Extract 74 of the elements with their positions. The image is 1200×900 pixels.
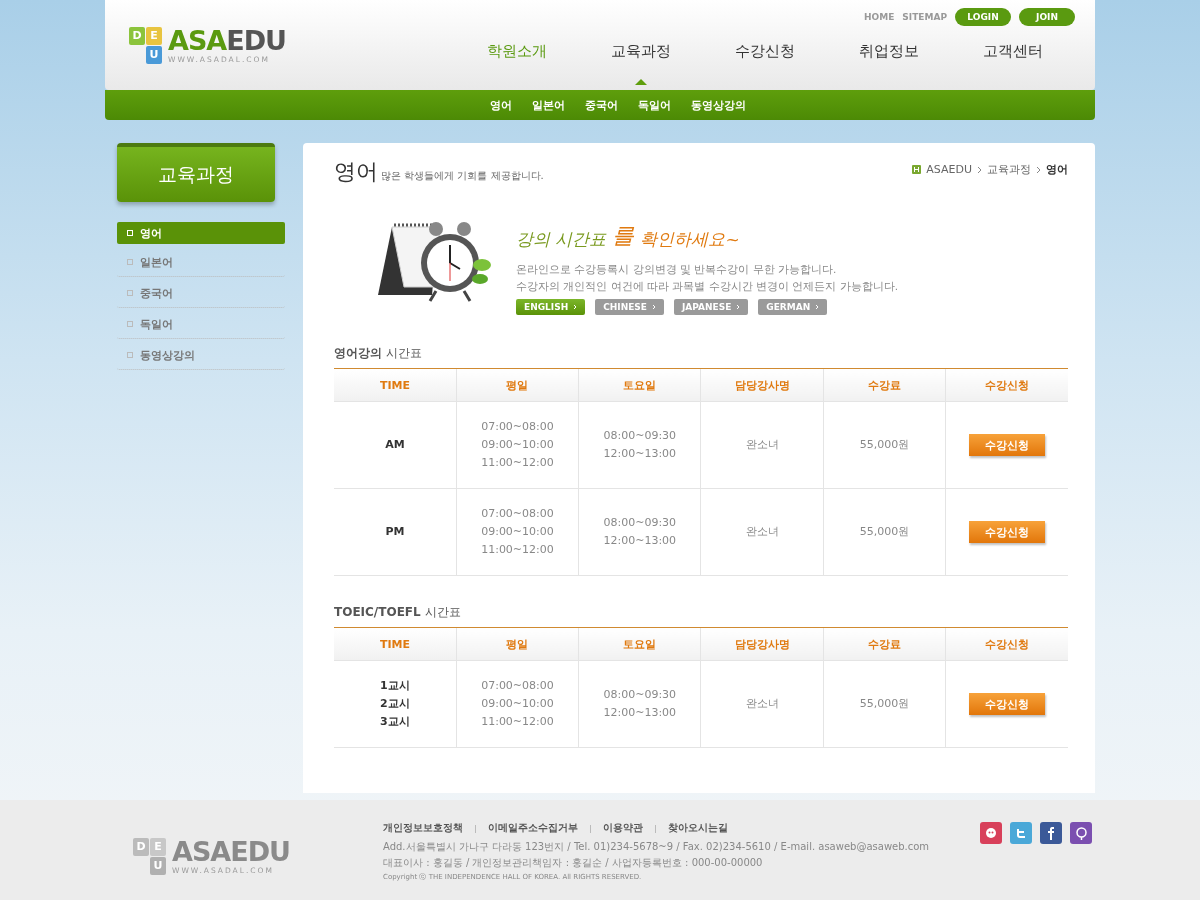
nav-item[interactable]: 취업정보 [827, 42, 951, 61]
table-cell: 08:00~09:30 12:00~13:00 [578, 488, 701, 576]
banner-text: 온라인으로 수강등록시 강의변경 및 반복수강이 무한 가능합니다. [516, 262, 838, 277]
banner-text: 수강자의 개인적인 여건에 따라 과목별 수강시간 변경이 언제든지 가능합니다. [516, 279, 899, 294]
table-cell: 08:00~09:30 12:00~13:00 [578, 660, 701, 748]
apply-button[interactable]: 수강신청 [969, 434, 1046, 457]
auth-button[interactable]: LOGIN [955, 8, 1011, 26]
sidebar-item[interactable]: 중국어 [117, 279, 285, 308]
table-cell: AM [334, 401, 457, 489]
footer-link[interactable]: 이메일주소수집거부 [488, 822, 578, 835]
table-cell: 55,000원 [823, 488, 946, 576]
subnav-item[interactable]: 중국어 [585, 97, 618, 113]
util-link[interactable]: HOME [864, 12, 895, 22]
apply-button[interactable]: 수강신청 [969, 693, 1046, 716]
footer-link[interactable]: 찾아오시는길 [668, 822, 728, 835]
nav-item[interactable]: 학원소개 [455, 42, 579, 61]
sidebar-label: 동영상강의 [140, 347, 195, 363]
subnav-item[interactable]: 영어 [490, 97, 512, 113]
nav-item[interactable]: 고객센터 [951, 42, 1075, 61]
nav-item[interactable]: 수강신청 [703, 42, 827, 61]
table-cell: 07:00~08:00 09:00~10:00 11:00~12:00 [456, 488, 579, 576]
language-tab[interactable]: ENGLISH [516, 299, 586, 315]
banner-headline: 강의 시간표 를 확인하세요~ [516, 222, 741, 251]
logo-text: ASAEDU [168, 26, 287, 55]
breadcrumb-link[interactable]: 교육과정 [987, 162, 1031, 177]
subnav-item[interactable]: 독일어 [638, 97, 671, 113]
language-tab[interactable]: CHINESE [595, 299, 664, 315]
language-tab[interactable]: GERMAN [758, 299, 828, 315]
sidebar-item[interactable]: 독일어 [117, 310, 285, 339]
sidebar-item[interactable]: 동영상강의 [117, 341, 285, 370]
sidebar-label: 일본어 [140, 254, 173, 270]
footer-address: Add.서울특별시 가나구 다라동 123번지 / Tel. 01)234-5678~9 / Fax. 02)234-5610 / E-mail. asaweb@asaweb.com [383, 840, 931, 854]
table-cell: 08:00~09:30 12:00~13:00 [578, 401, 701, 489]
table-cell: 07:00~08:00 09:00~10:00 11:00~12:00 [456, 660, 579, 748]
page-title: 영어 [334, 159, 378, 184]
column-header: 수강료 [823, 369, 946, 402]
page-subtitle: 많은 학생들에게 기회를 제공합니다. [381, 170, 544, 181]
footer-link[interactable]: 개인정보보호정책 [383, 822, 463, 835]
column-header: TIME [334, 628, 457, 661]
table-cell: 55,000원 [823, 660, 946, 748]
column-header: 평일 [456, 628, 579, 661]
column-header: 토요일 [578, 369, 701, 402]
logo-text: ASAEDU [172, 837, 291, 866]
column-header: 담당강사명 [701, 628, 824, 661]
column-header: 수강신청 [945, 628, 1068, 661]
auth-button[interactable]: JOIN [1019, 8, 1075, 26]
column-header: 담당강사명 [701, 369, 824, 402]
column-header: TIME [334, 369, 457, 402]
sidebar-title: 교육과정 [117, 143, 275, 202]
language-tab[interactable]: JAPANESE [673, 299, 749, 315]
apply-button[interactable]: 수강신청 [969, 521, 1046, 544]
sidebar-label: 독일어 [140, 316, 173, 332]
column-header: 평일 [456, 369, 579, 402]
table-cell: 55,000원 [823, 401, 946, 489]
breadcrumb-link[interactable]: ASAEDU [926, 163, 972, 176]
subnav-item[interactable]: 일본어 [532, 97, 565, 113]
sidebar-label: 중국어 [140, 285, 173, 301]
breadcrumb-link[interactable]: 영어 [1046, 162, 1068, 177]
table-cell: 07:00~08:00 09:00~10:00 11:00~12:00 [456, 401, 579, 489]
footer-info: 대표이사 : 홍길동 / 개인정보관리책임자 : 홍길순 / 사업자등록번호 : 000-00-00000 [383, 856, 764, 870]
table-cell: 완소녀 [701, 660, 824, 748]
column-header: 수강신청 [945, 369, 1068, 402]
table-cell: PM [334, 488, 457, 576]
util-link[interactable]: SITEMAP [902, 12, 947, 22]
sidebar-item[interactable]: 일본어 [117, 248, 285, 277]
subnav-item[interactable]: 동영상강의 [691, 97, 746, 113]
table-cell: 1교시 2교시 3교시 [334, 660, 457, 748]
sidebar-label: 영어 [140, 225, 162, 241]
column-header: 수강료 [823, 628, 946, 661]
table-cell: 완소녀 [701, 488, 824, 576]
column-header: 토요일 [578, 628, 701, 661]
footer-link[interactable]: 이용약관 [603, 822, 643, 835]
table-cell: 완소녀 [701, 401, 824, 489]
sidebar-item[interactable]: 영어 [117, 222, 285, 244]
